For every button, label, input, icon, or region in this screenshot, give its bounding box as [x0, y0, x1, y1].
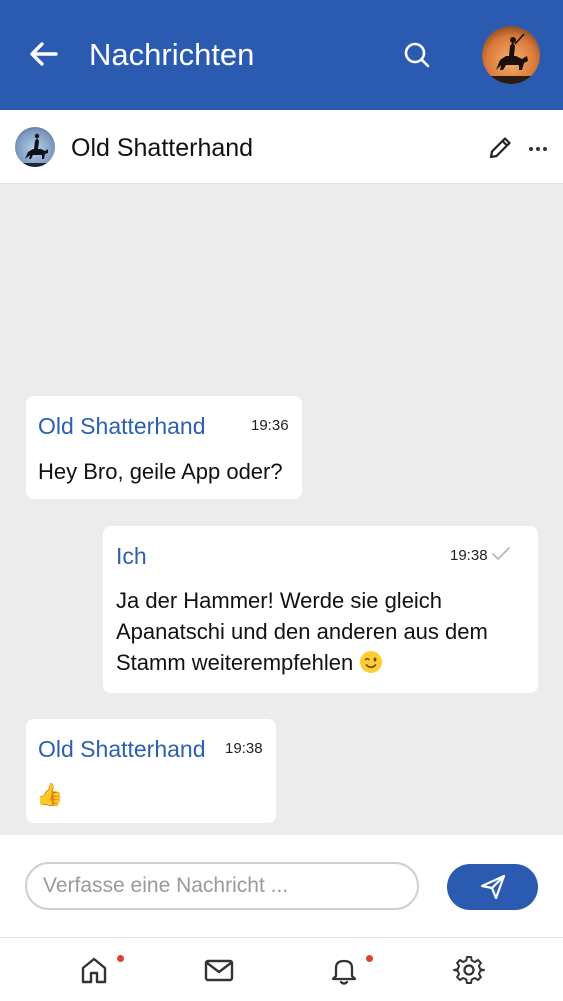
message-input[interactable]	[25, 862, 419, 910]
message-bubble-incoming[interactable]: Old Shatterhand 19:38 👍	[26, 719, 276, 823]
page-title: Nachrichten	[89, 37, 255, 72]
bell-icon[interactable]	[328, 954, 360, 986]
message-text-wrap: Ja der Hammer! Werde sie gleich Apanatsc…	[116, 585, 526, 678]
notification-dot	[117, 955, 124, 962]
thumbs-up-emoji: 👍	[36, 782, 64, 807]
winking-face-emoji	[359, 650, 383, 674]
bottom-navigation	[0, 937, 563, 1001]
conversation-title: Old Shatterhand	[71, 134, 254, 162]
message-composer	[0, 835, 563, 937]
message-bubble-outgoing[interactable]: Ich 19:38 Ja der Hammer! Werde sie gleic…	[103, 526, 538, 693]
pencil-icon[interactable]	[486, 134, 514, 162]
message-text: Hey Bro, geile App oder?	[38, 459, 283, 484]
message-bubble-incoming[interactable]: Old Shatterhand 19:36 Hey Bro, geile App…	[26, 396, 302, 499]
user-avatar[interactable]	[482, 26, 540, 84]
home-icon[interactable]	[78, 954, 110, 986]
notification-dot	[366, 955, 373, 962]
arrow-left-icon[interactable]	[26, 36, 62, 72]
send-button[interactable]	[447, 864, 538, 910]
contact-avatar[interactable]	[15, 127, 55, 167]
conversation-header: Old Shatterhand	[0, 110, 563, 184]
message-sender: Old Shatterhand	[38, 736, 206, 762]
gear-icon[interactable]	[453, 954, 485, 986]
message-time: 19:38	[450, 547, 488, 564]
mail-icon[interactable]	[203, 954, 235, 986]
send-icon	[480, 874, 506, 900]
message-time: 19:36	[251, 417, 289, 434]
check-icon	[491, 546, 511, 562]
message-time: 19:38	[225, 740, 263, 757]
message-text: Ja der Hammer! Werde sie gleich Apanatsc…	[116, 588, 488, 675]
search-icon[interactable]	[402, 40, 432, 70]
more-horizontal-icon[interactable]	[528, 139, 548, 159]
message-sender: Ich	[116, 543, 147, 569]
message-sender: Old Shatterhand	[38, 413, 206, 439]
app-bar: Nachrichten	[0, 0, 563, 110]
